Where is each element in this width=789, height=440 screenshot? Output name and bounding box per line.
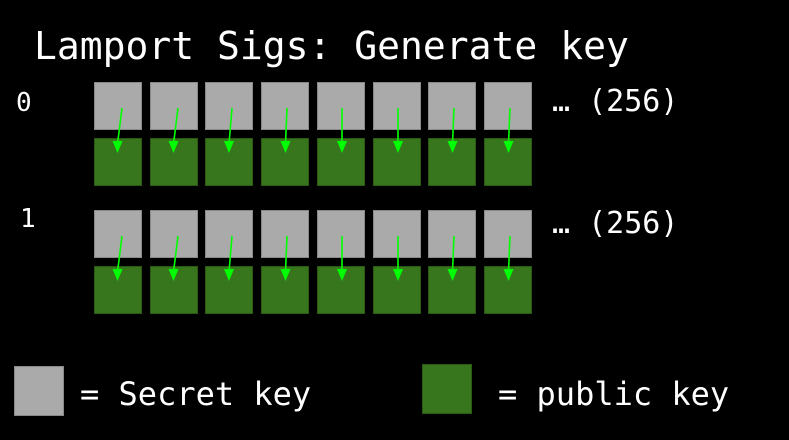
hash-arrow-icon [280, 235, 291, 281]
hash-arrow-icon [224, 107, 234, 153]
legend-public-label: = public key [498, 375, 730, 413]
hash-arrow-icon [447, 107, 458, 153]
hash-arrow-icon [224, 235, 234, 281]
hash-arrow-icon [337, 236, 347, 281]
hash-arrow-icon [503, 107, 514, 153]
row-suffix-0: … (256) [552, 84, 679, 119]
hash-arrow-icon [393, 236, 403, 281]
legend-secret-label: = Secret key [80, 375, 312, 413]
row-label-0: 0 [16, 88, 32, 118]
row-label-1: 1 [20, 204, 36, 234]
hash-arrow-icon [168, 235, 179, 281]
diagram-title: Lamport Sigs: Generate key [34, 24, 629, 68]
hash-arrow-icon [112, 107, 123, 153]
hash-arrow-icon [393, 108, 403, 153]
hash-arrow-icon [447, 235, 458, 281]
legend-secret-swatch [14, 366, 64, 416]
hash-arrow-icon [280, 107, 291, 153]
legend-public-swatch [422, 364, 472, 414]
hash-arrow-icon [168, 107, 179, 153]
hash-arrow-icon [337, 108, 347, 153]
row-suffix-1: … (256) [552, 206, 679, 241]
hash-arrow-icon [503, 235, 514, 281]
hash-arrow-icon [112, 235, 123, 281]
